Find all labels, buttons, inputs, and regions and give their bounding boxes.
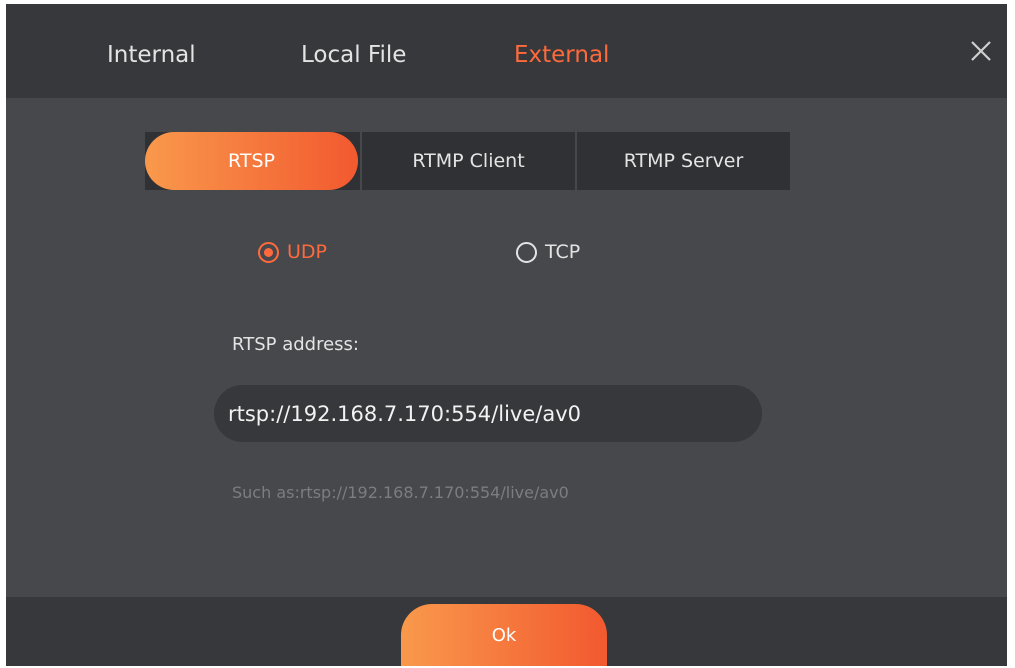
external-source-dialog: Internal Local File External RTSP RTMP C… [6, 4, 1007, 666]
rtsp-address-input[interactable] [214, 385, 762, 442]
ok-button[interactable]: Ok [401, 604, 607, 666]
dialog-header: Internal Local File External [6, 4, 1007, 98]
radio-checked-icon [258, 241, 279, 263]
radio-unchecked-icon [516, 241, 537, 263]
protocol-selector: RTSP RTMP Client RTMP Server [145, 132, 790, 190]
protocol-rtmp-client-button[interactable]: RTMP Client [362, 132, 575, 190]
close-icon[interactable] [968, 38, 994, 64]
protocol-rtmp-server-button[interactable]: RTMP Server [577, 132, 790, 190]
tab-internal[interactable]: Internal [107, 42, 196, 68]
radio-udp[interactable]: UDP [258, 240, 327, 264]
rtsp-address-hint: Such as:rtsp://192.168.7.170:554/live/av… [232, 483, 569, 502]
protocol-rtsp-button[interactable]: RTSP [145, 132, 358, 190]
rtsp-address-label: RTSP address: [232, 334, 359, 355]
tab-external[interactable]: External [514, 42, 609, 68]
radio-tcp-label: TCP [545, 241, 581, 263]
radio-tcp[interactable]: TCP [516, 240, 580, 264]
tab-local-file[interactable]: Local File [301, 42, 406, 68]
radio-udp-label: UDP [287, 241, 327, 263]
